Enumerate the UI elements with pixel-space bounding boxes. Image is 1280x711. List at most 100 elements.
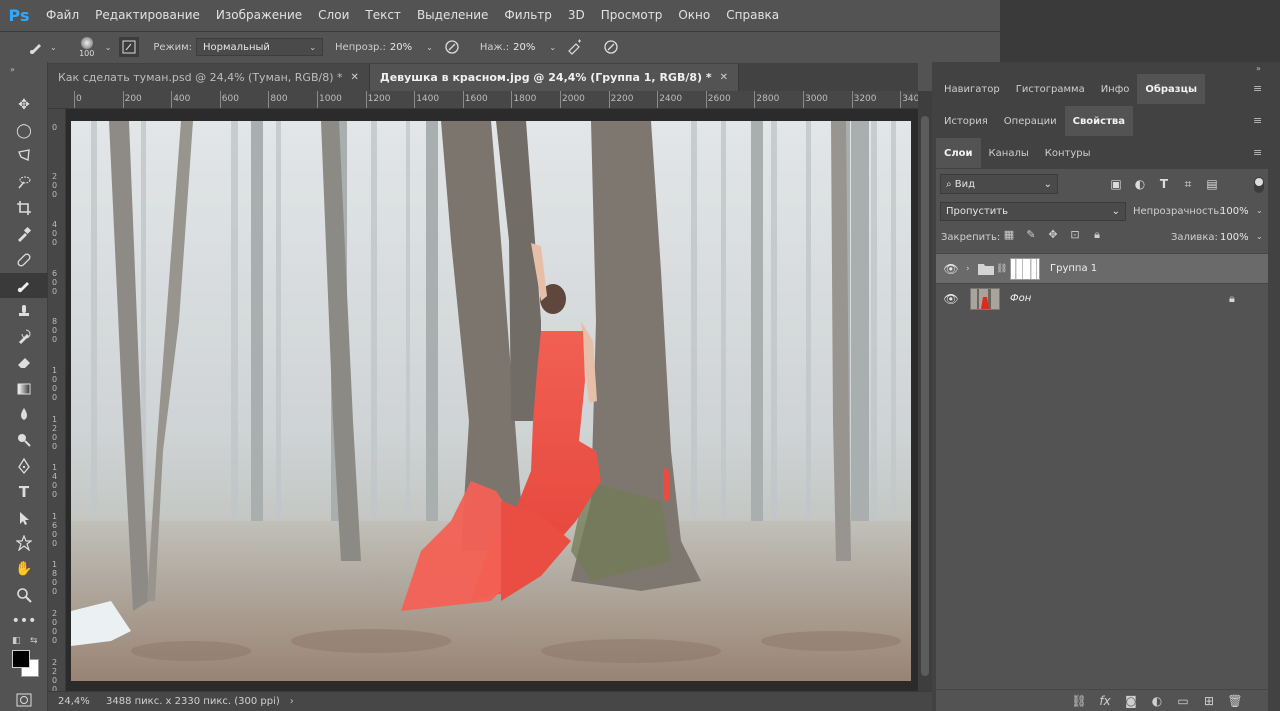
doc-tab[interactable]: Как сделать туман.psd @ 24,4% (Туман, RG…: [48, 64, 370, 91]
clone-stamp-icon[interactable]: [0, 298, 48, 324]
new-layer-icon[interactable]: ⊞: [1196, 694, 1222, 708]
history-brush-icon[interactable]: [0, 324, 48, 350]
filter-pixel-icon[interactable]: ▣: [1104, 177, 1128, 191]
lock-pixels-icon[interactable]: ✎: [1020, 228, 1042, 242]
eyedropper-icon[interactable]: [0, 221, 48, 247]
chevron-right-icon[interactable]: ›: [966, 264, 978, 274]
fx-icon[interactable]: fx: [1092, 694, 1118, 708]
menu-select[interactable]: Выделение: [409, 8, 496, 22]
panel-menu-icon[interactable]: ≡: [1253, 82, 1262, 95]
custom-shape-icon[interactable]: [0, 531, 48, 557]
photoshop-logo[interactable]: Ps: [0, 0, 38, 30]
new-group-icon[interactable]: ▭: [1170, 694, 1196, 708]
swap-colors-icon[interactable]: ⇆: [30, 636, 38, 646]
chevron-down-icon[interactable]: ⌄: [1256, 206, 1263, 215]
lock-transparency-icon[interactable]: ▦: [998, 228, 1020, 242]
menu-3d[interactable]: 3D: [560, 8, 593, 22]
zoom-level[interactable]: 24,4%: [48, 696, 90, 707]
collapse-panels-icon[interactable]: »: [1256, 64, 1261, 73]
quick-select-icon[interactable]: [0, 169, 48, 195]
path-select-icon[interactable]: [0, 505, 48, 531]
foreground-color-swatch[interactable]: [12, 649, 30, 668]
layer-name[interactable]: Группа 1: [1050, 263, 1097, 274]
tab-properties[interactable]: Свойства: [1064, 106, 1133, 136]
brush-panel-toggle-icon[interactable]: [119, 37, 140, 57]
fill-value[interactable]: 100%: [1220, 232, 1249, 243]
link-layers-icon[interactable]: ⛓︎: [1066, 694, 1092, 708]
layer-row-group[interactable]: 👁︎ › ⛓︎ Группа 1: [936, 253, 1268, 283]
menu-edit[interactable]: Редактирование: [87, 8, 208, 22]
panel-menu-icon[interactable]: ≡: [1253, 114, 1262, 127]
lock-artboard-icon[interactable]: ⊡: [1064, 228, 1086, 242]
default-colors-icon[interactable]: ◧: [12, 636, 21, 646]
eye-icon[interactable]: 👁︎: [936, 262, 966, 276]
menu-image[interactable]: Изображение: [208, 8, 310, 22]
lock-position-icon[interactable]: ✥: [1042, 228, 1064, 242]
chevron-down-icon[interactable]: ⌄: [50, 43, 57, 52]
status-menu-arrow[interactable]: ›: [280, 696, 294, 707]
more-tools-icon[interactable]: •••: [0, 608, 48, 634]
tab-actions[interactable]: Операции: [995, 106, 1065, 136]
crop-icon[interactable]: [0, 195, 48, 221]
lock-all-icon[interactable]: 🔒︎: [1086, 228, 1108, 242]
filter-shape-icon[interactable]: ⌗: [1176, 177, 1200, 192]
menu-layer[interactable]: Слои: [310, 8, 357, 22]
blend-mode-select[interactable]: Пропустить ⌄: [940, 202, 1126, 221]
quick-mask-icon[interactable]: [0, 690, 48, 710]
type-icon[interactable]: T: [0, 479, 48, 505]
panel-menu-icon[interactable]: ≡: [1253, 146, 1262, 159]
tab-navigator[interactable]: Навигатор: [936, 74, 1008, 104]
filter-smart-object-icon[interactable]: ▤: [1200, 177, 1224, 191]
doc-tab-active[interactable]: Девушка в красном.jpg @ 24,4% (Группа 1,…: [369, 64, 739, 91]
document-image[interactable]: [71, 121, 911, 681]
layer-name[interactable]: Фон: [1010, 293, 1031, 304]
mode-select[interactable]: Нормальный ⌄: [196, 38, 324, 56]
menu-window[interactable]: Окно: [670, 8, 718, 22]
layer-thumbnail[interactable]: [970, 287, 1000, 310]
brush-size-picker[interactable]: 100: [73, 33, 101, 61]
chevron-down-icon[interactable]: ⌄: [1256, 232, 1263, 241]
chevron-down-icon[interactable]: ⌄: [105, 43, 112, 52]
adjustment-layer-icon[interactable]: ◐: [1144, 694, 1170, 708]
filter-toggle[interactable]: [1254, 177, 1264, 193]
pen-icon[interactable]: [0, 453, 48, 479]
layer-opacity-value[interactable]: 100%: [1220, 206, 1249, 217]
tab-history[interactable]: История: [936, 106, 996, 136]
layer-row-background[interactable]: 👁︎ Фон 🔒︎: [936, 283, 1268, 313]
vertical-scrollbar[interactable]: [918, 91, 932, 691]
tab-paths[interactable]: Контуры: [1036, 138, 1099, 168]
blur-icon[interactable]: [0, 402, 48, 428]
add-mask-icon[interactable]: ◙: [1118, 694, 1144, 708]
dodge-icon[interactable]: [0, 427, 48, 453]
eraser-icon[interactable]: [0, 350, 48, 376]
pressure-opacity-icon[interactable]: [442, 37, 462, 57]
close-icon[interactable]: ✕: [720, 72, 728, 83]
flow-field[interactable]: 20% ⌄: [513, 42, 559, 53]
zoom-icon[interactable]: [0, 582, 48, 608]
scrollbar-thumb[interactable]: [921, 116, 929, 676]
pressure-size-icon[interactable]: [601, 37, 621, 57]
ellipse-marquee-icon[interactable]: ◯: [0, 118, 48, 144]
gradient-icon[interactable]: [0, 376, 48, 402]
filter-adjustment-icon[interactable]: ◐: [1128, 177, 1152, 191]
link-icon[interactable]: ⛓︎: [996, 264, 1007, 274]
trash-icon[interactable]: 🗑︎: [1222, 694, 1248, 708]
eye-icon[interactable]: 👁︎: [936, 292, 966, 306]
tab-swatches[interactable]: Образцы: [1137, 74, 1206, 104]
menu-file[interactable]: Файл: [38, 8, 87, 22]
chevron-down-icon[interactable]: ⌄: [426, 43, 433, 52]
tab-channels[interactable]: Каналы: [980, 138, 1037, 168]
close-icon[interactable]: ✕: [351, 72, 359, 83]
brush-icon[interactable]: [0, 272, 48, 299]
airbrush-icon[interactable]: [565, 37, 585, 57]
collapse-toolbar-icon[interactable]: »: [0, 62, 47, 76]
hand-icon[interactable]: ✋: [0, 556, 48, 582]
menu-filter[interactable]: Фильтр: [496, 8, 559, 22]
menu-type[interactable]: Текст: [357, 8, 409, 22]
move-icon[interactable]: ✥: [0, 92, 48, 118]
brush-tool-preset-icon[interactable]: [26, 37, 46, 57]
tab-histogram[interactable]: Гистограмма: [1007, 74, 1093, 104]
menu-view[interactable]: Просмотр: [593, 8, 671, 22]
tab-layers[interactable]: Слои: [936, 138, 981, 168]
menu-help[interactable]: Справка: [718, 8, 787, 22]
